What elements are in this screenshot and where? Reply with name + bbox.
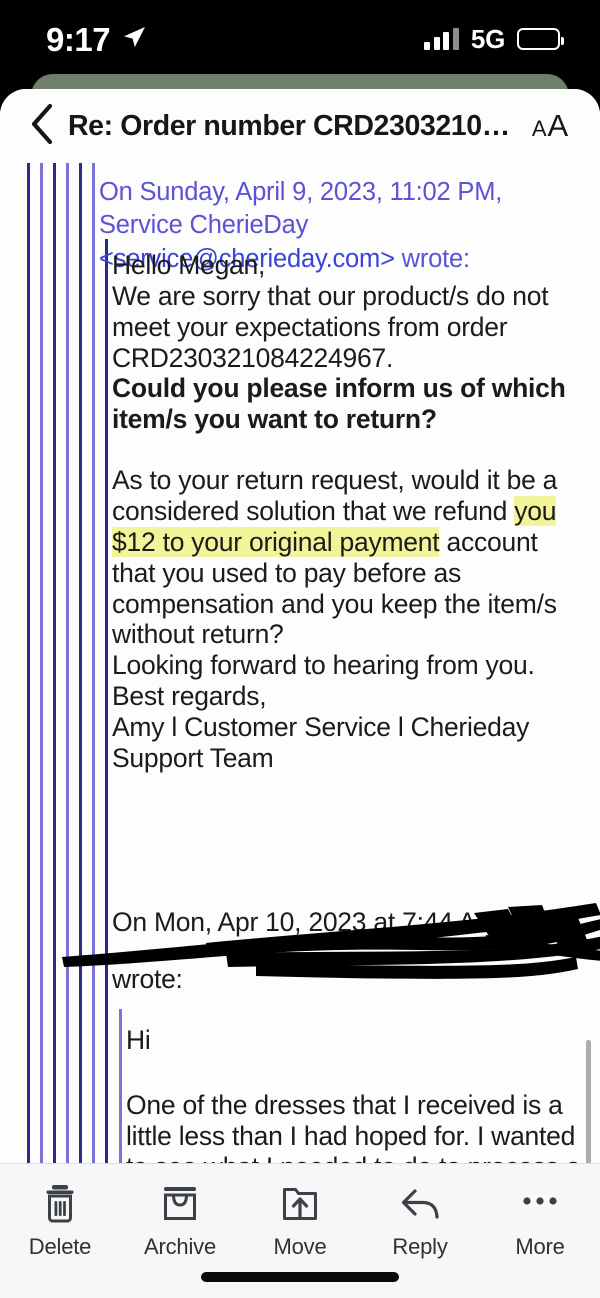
mail-sheet: Re: Order number CRD23032108… A A On Sun… [0,89,600,1298]
more-label: More [515,1234,565,1259]
network-type-label: 5G [470,23,505,54]
bold-question-line: Could you please inform us of which item… [112,373,566,435]
back-button[interactable] [20,103,64,150]
reply-arrow-icon [398,1181,442,1225]
message-body-scroll[interactable]: On Sunday, April 9, 2023, 11:02 PM, Serv… [0,163,600,1224]
move-button[interactable]: Move [240,1181,360,1260]
quote-bar-2 [40,163,43,1224]
status-bar-right: 5G [424,23,564,55]
sign-off-line: Best regards, [112,681,267,712]
navigation-bar: Re: Order number CRD23032108… A A [0,89,600,163]
quote-bar-5 [79,163,82,1224]
folder-move-icon [279,1181,321,1225]
more-button[interactable]: More [480,1181,600,1260]
reply-greeting: Hi [126,1025,151,1055]
ellipsis-icon [519,1181,561,1225]
order-number-line: CRD230321084224967. [112,342,394,373]
text-size-large-a: A [547,108,569,143]
move-label: Move [273,1234,327,1259]
quoted-email-body: Hello Megan, We are sorry that our produ… [112,250,582,774]
battery-half-icon [517,28,564,50]
reply-header-date: On Mon, Apr 10, 2023 at 7:44 AM [112,907,498,937]
offer-text-before: As to your return request, would it be a… [112,465,558,527]
quote-bar-4 [66,163,69,1224]
closing-line: Looking forward to hearing from you. [112,650,535,681]
quote-indent-bars [0,163,130,1224]
chevron-left-icon [29,103,55,150]
home-indicator-bar [201,1272,399,1282]
status-bar-left: 9:17 [46,23,147,56]
text-size-aa-icon[interactable]: A A [524,108,576,144]
quote-bar-3 [53,163,56,1224]
page-title: Re: Order number CRD23032108… [68,109,524,142]
archive-button[interactable]: Archive [120,1181,240,1260]
reply-label: Reply [392,1234,448,1259]
greeting-line: Hello Megan, [112,250,266,280]
trash-icon [41,1181,79,1225]
offer-paragraph: As to your return request, would it be a… [112,465,582,650]
archive-box-icon [159,1181,201,1225]
location-arrow-icon [121,24,147,55]
reply-header-wrote: wrote: [112,963,183,994]
archive-label: Archive [144,1234,216,1259]
quote-bar-1 [27,163,30,1224]
delete-label: Delete [28,1234,92,1259]
reply-button[interactable]: Reply [360,1181,480,1260]
apology-line-2: meet your expectations from order [112,311,508,342]
quote-bar-6 [92,163,95,1224]
text-size-small-a: A [531,116,547,141]
cellular-signal-icon [424,28,459,50]
delete-button[interactable]: Delete [0,1181,120,1260]
phone-screen: 9:17 5G Re: Order number CRD23032108… A … [0,0,600,1298]
reply-paragraph-gap [126,1056,588,1090]
apology-line-1: We are sorry that our product/s do not [112,280,549,311]
status-time: 9:17 [46,20,111,58]
reply-header: On Mon, Apr 10, 2023 at 7:44 AM wrote: [62,903,600,995]
signature-line-1: Amy l Customer Service l Cherieday [112,712,530,743]
signature-line-2: Support Team [112,742,274,773]
quote-bar-7 [105,239,108,1224]
status-bar: 9:17 5G [0,0,600,78]
quoted-header-prefix: On Sunday, April 9, 2023, 11:02 PM, Serv… [99,178,503,240]
